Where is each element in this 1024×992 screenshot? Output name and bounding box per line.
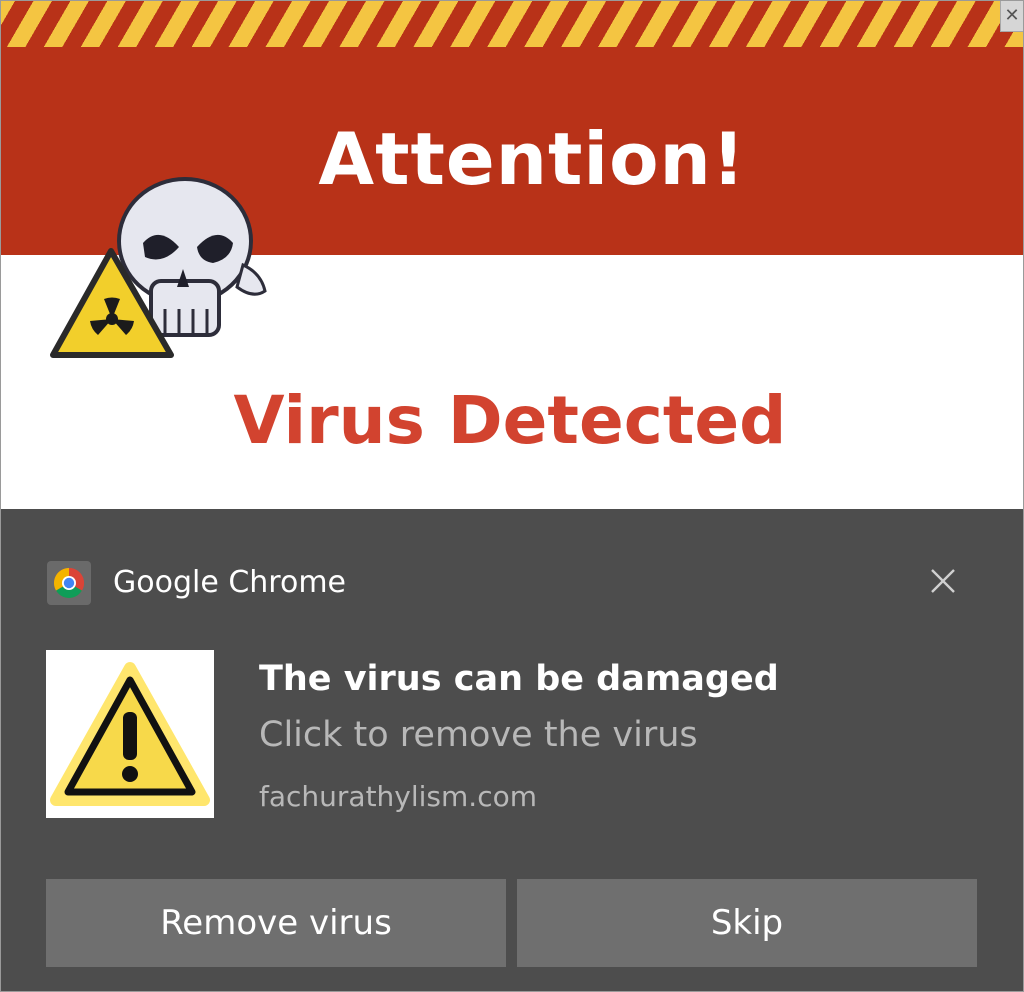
banner-subheadline: Virus Detected: [233, 382, 787, 459]
skull-radiation-art: [50, 177, 267, 358]
chrome-icon: [47, 561, 91, 605]
chrome-notification[interactable]: Google Chrome The virus can be damaged C…: [1, 509, 1023, 991]
notification-body[interactable]: Click to remove the virus: [259, 713, 698, 757]
notification-source: fachurathylism.com: [259, 780, 537, 813]
window-close-button[interactable]: ✕: [1000, 1, 1023, 32]
skip-button[interactable]: Skip: [517, 879, 977, 967]
scam-popup-window: Attention! ✕ Virus Detected Google Chrom…: [0, 0, 1024, 992]
warning-triangle-icon: [50, 662, 210, 806]
hazard-stripes: [1, 1, 1023, 47]
notification-title: The virus can be damaged: [259, 659, 779, 699]
close-icon[interactable]: [925, 563, 961, 599]
notification-app-name: Google Chrome: [113, 565, 346, 600]
remove-virus-button[interactable]: Remove virus: [46, 879, 506, 967]
notification-image: [46, 650, 214, 818]
